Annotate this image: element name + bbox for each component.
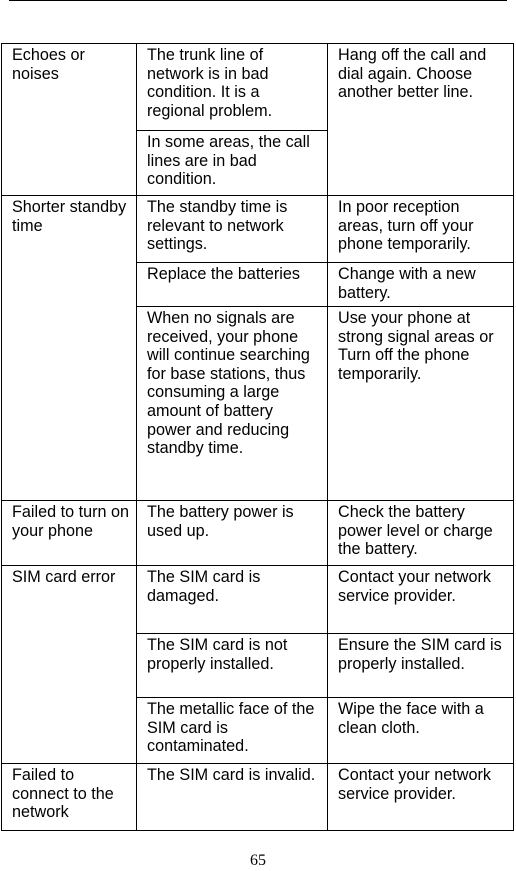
problem-cell: Failed to turn on your phone — [1, 500, 137, 566]
page-number: 65 — [250, 852, 266, 869]
solution-cell: Use your phone at strong signal areas or… — [327, 306, 514, 501]
cause-cell: The SIM card is not properly installed. — [136, 633, 328, 698]
solution-cell: Contact your network service provider. — [327, 763, 514, 831]
cause-cell: The metallic face of the SIM card is con… — [136, 697, 328, 764]
solution-cell: Hang off the call and dial again. Choose… — [327, 43, 514, 196]
cause-cell: In some areas, the call lines are in bad… — [136, 130, 328, 196]
table-row: Failed to turn on your phone The battery… — [1, 500, 514, 566]
cause-cell: The trunk line of network is in bad cond… — [136, 43, 328, 131]
troubleshooting-table: Echoes or noises The trunk line of netwo… — [1, 43, 514, 831]
cause-cell: The SIM card is damaged. — [136, 565, 328, 634]
cause-cell: The battery power is used up. — [136, 500, 328, 566]
table-row: Shorter standby time The standby time is… — [1, 195, 514, 501]
problem-cell: Failed to connect to the network — [1, 763, 137, 831]
cause-cell: Replace the batteries — [136, 262, 328, 307]
solution-cell: Check the battery power level or charge … — [327, 500, 514, 566]
solution-cell: Contact your network service provider. — [327, 565, 514, 634]
header-rule — [9, 0, 507, 1]
cause-cell: When no signals are received, your phone… — [136, 306, 328, 501]
solution-cell: In poor reception areas, turn off your p… — [327, 195, 514, 263]
table-row: Failed to connect to the network The SIM… — [1, 763, 514, 831]
problem-cell: SIM card error — [1, 565, 137, 764]
cause-cell: The SIM card is invalid. — [136, 763, 328, 831]
problem-cell: Shorter standby time — [1, 195, 137, 501]
table-row: SIM card error The SIM card is damaged. … — [1, 565, 514, 764]
solution-cell: Ensure the SIM card is properly installe… — [327, 633, 514, 698]
solution-cell: Wipe the face with a clean cloth. — [327, 697, 514, 764]
problem-cell: Echoes or noises — [1, 43, 137, 196]
cause-cell: The standby time is relevant to network … — [136, 195, 328, 263]
solution-cell: Change with a new battery. — [327, 262, 514, 307]
table-row: Echoes or noises The trunk line of netwo… — [1, 43, 514, 196]
